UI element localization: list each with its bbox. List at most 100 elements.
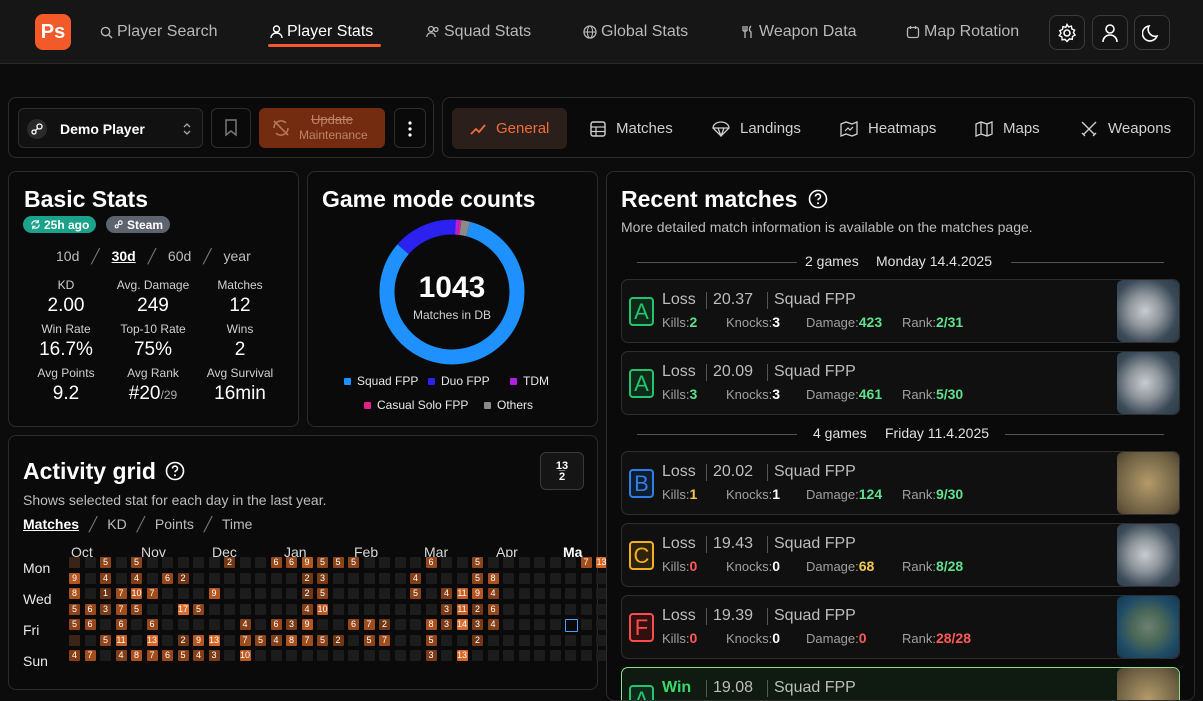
- activity-cell[interactable]: 4: [410, 573, 421, 584]
- activity-cell[interactable]: 8: [426, 619, 437, 630]
- account-button[interactable]: [1092, 15, 1128, 50]
- tab-matches[interactable]: Matches: [572, 108, 691, 149]
- tab-general[interactable]: General: [452, 108, 567, 149]
- activity-cell[interactable]: 5: [472, 557, 483, 568]
- activity-cell[interactable]: 10: [317, 604, 328, 615]
- activity-cell[interactable]: 5: [317, 557, 328, 568]
- app-logo[interactable]: Ps: [35, 14, 71, 50]
- activity-cell[interactable]: [565, 619, 578, 632]
- activity-cell[interactable]: [333, 619, 344, 630]
- option-kd[interactable]: KD: [107, 516, 126, 532]
- activity-cell[interactable]: 2: [178, 573, 189, 584]
- activity-cell[interactable]: 6: [348, 619, 359, 630]
- activity-cell[interactable]: [286, 604, 297, 615]
- activity-cell[interactable]: 4: [116, 650, 127, 661]
- match-row[interactable]: A Loss 20.09 Squad FPP Kills:3 Knocks:3 …: [621, 351, 1180, 415]
- activity-cell[interactable]: [224, 619, 235, 630]
- activity-cell[interactable]: [255, 557, 266, 568]
- activity-cell[interactable]: [565, 573, 576, 584]
- match-row[interactable]: A Win 19.08 Squad FPP: [621, 667, 1180, 701]
- activity-cell[interactable]: [565, 604, 576, 615]
- activity-cell[interactable]: [503, 650, 514, 661]
- activity-cell[interactable]: [534, 604, 545, 615]
- activity-cell[interactable]: [224, 650, 235, 661]
- activity-cell[interactable]: [472, 650, 483, 661]
- activity-cell[interactable]: 7: [240, 635, 251, 646]
- activity-cell[interactable]: [550, 588, 561, 599]
- activity-cell[interactable]: [85, 635, 96, 646]
- activity-cell[interactable]: [410, 635, 421, 646]
- activity-cell[interactable]: [379, 557, 390, 568]
- activity-cell[interactable]: 4: [131, 573, 142, 584]
- activity-cell[interactable]: [395, 604, 406, 615]
- activity-cell[interactable]: 2: [302, 573, 313, 584]
- activity-cell[interactable]: [395, 635, 406, 646]
- activity-cell[interactable]: 6: [271, 619, 282, 630]
- activity-cell[interactable]: [178, 588, 189, 599]
- activity-cell[interactable]: 13: [457, 650, 468, 661]
- activity-cell[interactable]: [162, 604, 173, 615]
- activity-cell[interactable]: [488, 557, 499, 568]
- activity-cell[interactable]: 3: [441, 604, 452, 615]
- donut-slice-others[interactable]: [460, 228, 468, 229]
- activity-cell[interactable]: [550, 619, 561, 630]
- activity-cell[interactable]: [255, 650, 266, 661]
- activity-cell[interactable]: [503, 573, 514, 584]
- activity-cell[interactable]: [147, 557, 158, 568]
- activity-cell[interactable]: 3: [209, 650, 220, 661]
- activity-cell[interactable]: 3: [441, 619, 452, 630]
- activity-cell[interactable]: [240, 573, 251, 584]
- activity-cell[interactable]: [255, 588, 266, 599]
- activity-cell[interactable]: 2: [472, 635, 483, 646]
- activity-cell[interactable]: 5: [348, 557, 359, 568]
- activity-cell[interactable]: [519, 650, 530, 661]
- activity-cell[interactable]: [395, 573, 406, 584]
- activity-cell[interactable]: [85, 557, 96, 568]
- activity-cell[interactable]: [550, 557, 561, 568]
- nav-player-stats[interactable]: Player Stats: [270, 22, 373, 42]
- activity-cell[interactable]: 4: [302, 604, 313, 615]
- nav-player-search[interactable]: Player Search: [100, 22, 218, 42]
- help-icon[interactable]: [165, 461, 185, 481]
- activity-cell[interactable]: [240, 604, 251, 615]
- activity-cell[interactable]: [581, 604, 592, 615]
- activity-cell[interactable]: 8: [488, 573, 499, 584]
- activity-cell[interactable]: 3: [426, 650, 437, 661]
- period-60d[interactable]: 60d: [168, 248, 191, 264]
- activity-cell[interactable]: [503, 604, 514, 615]
- activity-cell[interactable]: [209, 604, 220, 615]
- option-matches[interactable]: Matches: [23, 516, 79, 532]
- nav-global-stats[interactable]: Global Stats: [583, 22, 688, 42]
- activity-cell[interactable]: [69, 557, 80, 568]
- activity-cell[interactable]: 6: [271, 557, 282, 568]
- nav-weapon-data[interactable]: Weapon Data: [741, 22, 857, 42]
- activity-cell[interactable]: [550, 635, 561, 646]
- activity-cell[interactable]: [209, 619, 220, 630]
- activity-cell[interactable]: 17: [178, 604, 189, 615]
- activity-cell[interactable]: 9: [193, 635, 204, 646]
- match-row[interactable]: F Loss 19.39 Squad FPP Kills:0 Knocks:0 …: [621, 595, 1180, 659]
- activity-cell[interactable]: 9: [472, 588, 483, 599]
- activity-cell[interactable]: [255, 604, 266, 615]
- activity-cell[interactable]: 7: [581, 557, 592, 568]
- tab-weapons[interactable]: Weapons: [1062, 108, 1189, 149]
- activity-cell[interactable]: 2: [472, 604, 483, 615]
- activity-cell[interactable]: [550, 604, 561, 615]
- activity-cell[interactable]: [162, 619, 173, 630]
- activity-cell[interactable]: [193, 557, 204, 568]
- activity-cell[interactable]: [395, 588, 406, 599]
- activity-cell[interactable]: [441, 650, 452, 661]
- activity-cell[interactable]: [286, 573, 297, 584]
- activity-cell[interactable]: 4: [488, 588, 499, 599]
- activity-cell[interactable]: [286, 650, 297, 661]
- activity-cell[interactable]: [85, 588, 96, 599]
- activity-cell[interactable]: [534, 619, 545, 630]
- activity-cell[interactable]: 4: [441, 588, 452, 599]
- activity-cell[interactable]: 5: [69, 619, 80, 630]
- activity-cell[interactable]: 5: [100, 635, 111, 646]
- activity-cell[interactable]: [503, 635, 514, 646]
- activity-cell[interactable]: [441, 557, 452, 568]
- activity-cell[interactable]: 7: [302, 635, 313, 646]
- activity-cell[interactable]: [178, 557, 189, 568]
- activity-cell[interactable]: 5: [426, 635, 437, 646]
